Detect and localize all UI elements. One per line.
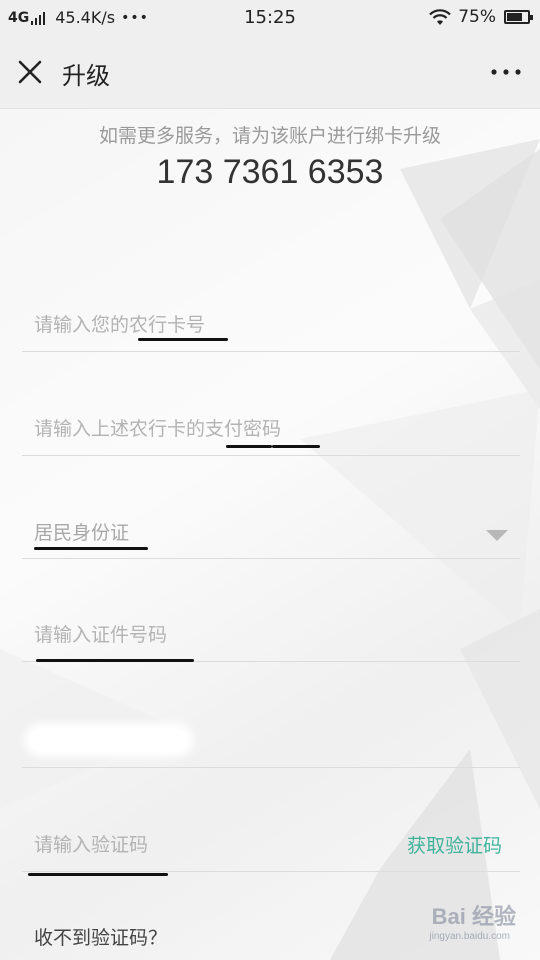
payment-password-field-row (22, 403, 520, 456)
card-number-input[interactable] (34, 307, 474, 343)
blurred-content (30, 729, 188, 751)
annotation-underline (226, 445, 272, 448)
account-number: 173 7361 6353 (156, 153, 384, 191)
dropdown-arrow-icon (486, 530, 508, 541)
id-number-field-row (22, 609, 520, 662)
upgrade-prompt: 如需更多服务，请为该账户进行绑卡升级 (98, 125, 441, 147)
annotation-underline (28, 873, 168, 876)
watermark-logo: Bai 经验 (431, 904, 516, 929)
verification-code-input[interactable] (34, 827, 364, 863)
close-icon[interactable] (14, 56, 46, 88)
more-icon[interactable] (486, 58, 526, 86)
page-title: 升级 (62, 62, 110, 90)
battery-percent: 75% (458, 7, 496, 27)
battery-level (507, 13, 522, 21)
payment-password-input[interactable] (34, 411, 474, 447)
nav-bar: 升级 (0, 36, 540, 109)
battery-icon (504, 10, 533, 24)
upgrade-form: 如需更多服务，请为该账户进行绑卡升级 173 7361 6353 居民身份证 获… (0, 109, 540, 960)
id-type-value: 居民身份证 (34, 522, 130, 544)
wifi-icon (429, 9, 451, 25)
id-type-select[interactable]: 居民身份证 (22, 506, 520, 559)
annotation-underline (272, 445, 320, 448)
annotation-underline (138, 338, 228, 341)
watermark-url: jingyan.baidu.com (429, 931, 510, 942)
status-bar: 4G 45.4K/s ••• 15:25 75% (0, 0, 540, 36)
verification-code-field-row: 获取验证码 (22, 819, 520, 872)
annotation-underline (34, 547, 148, 550)
no-code-link[interactable]: 收不到验证码？ (34, 923, 167, 950)
get-code-button[interactable]: 获取验证码 (407, 831, 502, 858)
card-number-field-row (22, 299, 520, 352)
id-number-input[interactable] (34, 617, 474, 653)
status-right: 75% (428, 7, 533, 27)
annotation-underline (36, 659, 194, 662)
